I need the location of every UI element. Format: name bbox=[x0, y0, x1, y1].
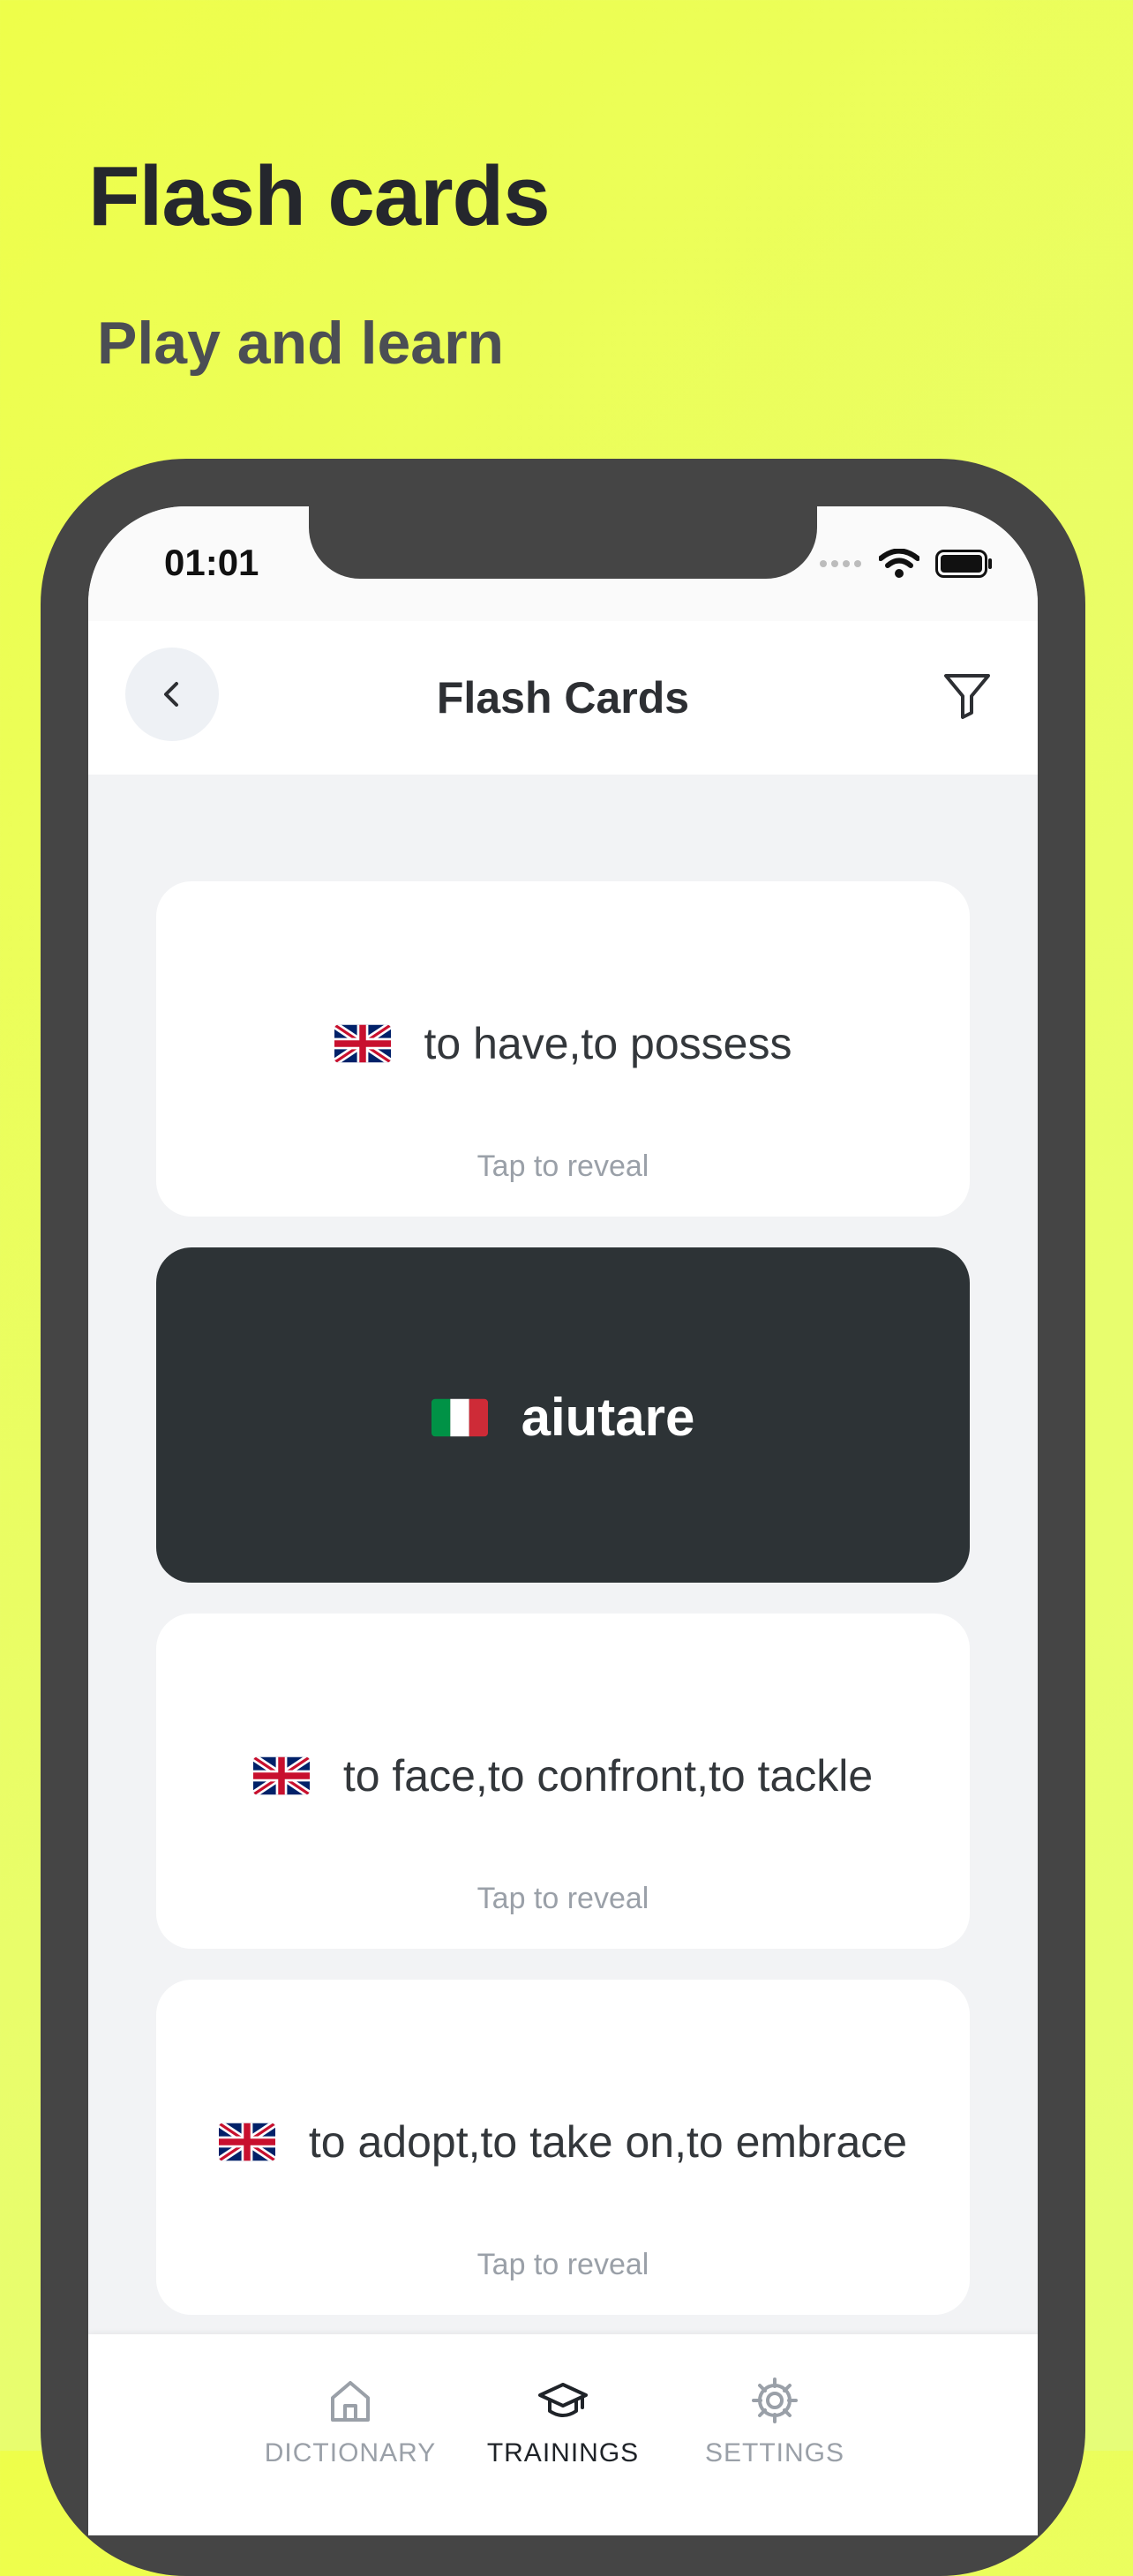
uk-flag-icon bbox=[252, 1756, 310, 1795]
phone-screen: 01:01 Flash Cards to have,to possess Tap… bbox=[88, 506, 1038, 2535]
card-word: to have,to possess bbox=[424, 1019, 792, 1068]
card-word: aiutare bbox=[521, 1388, 695, 1447]
flash-card-1[interactable]: to have,to possess Tap to reveal bbox=[156, 881, 970, 1217]
card-content: to adopt,to take on,to embrace bbox=[156, 2116, 970, 2168]
battery-icon bbox=[935, 550, 992, 578]
cellular-signal-icon bbox=[820, 560, 861, 567]
status-bar: 01:01 bbox=[88, 506, 1038, 621]
graduation-cap-icon bbox=[538, 2383, 588, 2417]
tap-to-reveal-hint: Tap to reveal bbox=[476, 1882, 649, 1915]
card-content: aiutare bbox=[156, 1387, 970, 1448]
home-icon bbox=[331, 2381, 370, 2422]
flash-card-2[interactable]: aiutare bbox=[156, 1247, 970, 1583]
filter-button[interactable] bbox=[932, 660, 1002, 730]
card-word: to adopt,to take on,to embrace bbox=[308, 2117, 908, 2167]
tap-to-reveal-hint: Tap to reveal bbox=[476, 1149, 649, 1183]
flash-card-3[interactable]: to face,to confront,to tackle Tap to rev… bbox=[156, 1614, 970, 1949]
flash-card-4[interactable]: to adopt,to take on,to embrace Tap to re… bbox=[156, 1980, 970, 2315]
gear-icon bbox=[752, 2378, 798, 2423]
card-content: to face,to confront,to tackle bbox=[156, 1750, 970, 1801]
uk-flag-icon bbox=[218, 2123, 275, 2161]
card-content: to have,to possess bbox=[156, 1018, 970, 1069]
tab-label: SETTINGS bbox=[704, 2438, 844, 2467]
status-time: 01:01 bbox=[164, 542, 259, 583]
card-word: to face,to confront,to tackle bbox=[342, 1751, 874, 1801]
status-icons bbox=[819, 549, 994, 579]
tab-bar: DICTIONARY TRAININGS SETTINGS bbox=[88, 2334, 1038, 2535]
promo-title: Flash cards bbox=[88, 149, 551, 243]
notch bbox=[309, 506, 817, 579]
wifi-icon bbox=[879, 549, 919, 578]
filter-icon bbox=[944, 674, 990, 719]
uk-flag-icon bbox=[334, 1024, 391, 1063]
nav-bar: Flash Cards bbox=[88, 621, 1038, 775]
tap-to-reveal-hint: Tap to reveal bbox=[476, 2248, 649, 2281]
promo-subtitle: Play and learn bbox=[97, 310, 505, 377]
italy-flag-icon bbox=[431, 1398, 488, 1436]
nav-title: Flash Cards bbox=[436, 673, 690, 723]
